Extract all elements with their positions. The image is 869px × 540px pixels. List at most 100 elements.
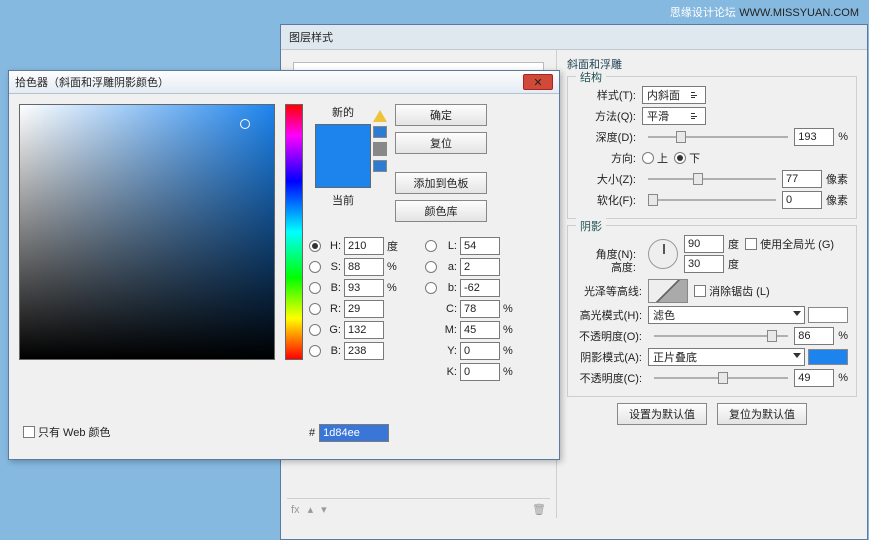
g-radio[interactable] [309,324,321,336]
highlight-opacity-unit: % [838,330,848,342]
shadow-opacity-slider[interactable] [654,371,788,385]
highlight-opacity-label: 不透明度(O): [576,328,642,344]
ok-button[interactable]: 确定 [395,104,487,126]
reset-default-button[interactable]: 复位为默认值 [717,403,807,425]
websafe-swatch[interactable] [373,160,387,172]
gamut-warning-icon[interactable] [373,110,387,122]
b-unit: % [387,282,405,294]
method-dropdown[interactable]: 平滑 [642,107,706,125]
highlight-opacity-input[interactable] [794,327,834,345]
layer-style-footer-icons: fx▴▾🗑 [287,498,550,516]
direction-up-label: 上 [657,150,668,166]
global-light-checkbox[interactable] [745,238,757,250]
depth-input[interactable] [794,128,834,146]
y-label: Y: [439,345,457,357]
highlight-mode-dropdown[interactable]: 滤色 [648,306,805,324]
hue-slider[interactable] [285,104,303,360]
c-unit: % [503,303,521,315]
shadow-mode-dropdown[interactable]: 正片叠底 [648,348,805,366]
color-field-cursor [240,119,250,129]
highlight-color-swatch[interactable] [808,307,848,323]
b-input[interactable] [344,279,384,297]
hex-input[interactable] [319,424,389,442]
highlight-opacity-slider[interactable] [654,329,788,343]
c-label: C: [439,303,457,315]
cube-icon[interactable] [373,142,387,156]
depth-slider[interactable] [648,130,788,144]
a-label: a: [439,261,457,273]
r-input[interactable] [344,300,384,318]
gloss-contour[interactable] [648,279,688,303]
antialias-label: 消除锯齿 (L) [709,283,770,299]
b-radio[interactable] [309,282,321,294]
m-input[interactable] [460,321,500,339]
soften-slider[interactable] [648,193,776,207]
r-radio[interactable] [309,303,321,315]
s-label: S: [323,261,341,273]
cancel-button[interactable]: 复位 [395,132,487,154]
k-input[interactable] [460,363,500,381]
color-values-grid: H:度 S:% B:% R: G: B: L: a: b: C:% M:% Y:… [309,234,549,384]
a-input[interactable] [460,258,500,276]
shadow-fieldset: 阴影 角度(N):度 使用全局光 (G)度 高度: 光泽等高线: 消除锯齿 (L… [567,225,857,397]
direction-down-radio[interactable] [674,152,686,164]
layer-style-title: 图层样式 [281,25,867,50]
style-dropdown[interactable]: 内斜面 [642,86,706,104]
h-unit: 度 [387,238,405,254]
color-libraries-button[interactable]: 颜色库 [395,200,487,222]
l-radio[interactable] [425,240,437,252]
a-radio[interactable] [425,261,437,273]
b2-label: b: [439,282,457,294]
soften-unit: 像素 [826,192,848,208]
angle-input[interactable] [684,235,724,253]
g-input[interactable] [344,321,384,339]
size-slider[interactable] [648,172,776,186]
make-default-button[interactable]: 设置为默认值 [617,403,707,425]
bl-input[interactable] [344,342,384,360]
size-unit: 像素 [826,171,848,187]
bl-radio[interactable] [309,345,321,357]
altitude-input[interactable] [684,255,724,273]
shadow-color-swatch[interactable] [808,349,848,365]
trash-icon[interactable]: 🗑 [532,503,546,516]
direction-up-radio[interactable] [642,152,654,164]
bevel-group-label: 斜面和浮雕 [567,56,857,72]
s-unit: % [387,261,405,273]
b2-radio[interactable] [425,282,437,294]
r-label: R: [323,303,341,315]
gamut-swatch[interactable] [373,126,387,138]
shadow-opacity-unit: % [838,372,848,384]
antialias-checkbox[interactable] [694,285,706,297]
h-radio[interactable] [309,240,321,252]
shadow-mode-label: 阴影模式(A): [576,349,642,365]
close-button[interactable]: ✕ [523,74,553,90]
structure-fieldset: 结构 样式(T):内斜面 方法(Q):平滑 深度(D):% 方向:上 下 大小(… [567,76,857,219]
soften-input[interactable] [782,191,822,209]
s-input[interactable] [344,258,384,276]
size-label: 大小(Z): [576,171,636,187]
watermark-ch: 思缘设计论坛 [670,7,736,19]
gloss-label: 光泽等高线: [576,283,642,299]
size-input[interactable] [782,170,822,188]
current-label: 当前 [313,192,373,208]
k-label: K: [439,366,457,378]
angle-dial[interactable] [648,239,678,269]
b2-input[interactable] [460,279,500,297]
direction-label: 方向: [576,150,636,166]
structure-legend: 结构 [576,69,606,85]
c-input[interactable] [460,300,500,318]
m-unit: % [503,324,521,336]
angle-unit: 度 [728,236,739,252]
s-radio[interactable] [309,261,321,273]
l-input[interactable] [460,237,500,255]
hex-hash: # [309,427,315,439]
altitude-label: 高度: [576,259,636,275]
color-field[interactable] [19,104,275,360]
web-colors-checkbox[interactable] [23,426,35,438]
h-input[interactable] [344,237,384,255]
add-swatch-button[interactable]: 添加到色板 [395,172,487,194]
y-input[interactable] [460,342,500,360]
fx-label: fx [291,504,300,516]
web-colors-label: 只有 Web 颜色 [38,424,111,440]
shadow-opacity-input[interactable] [794,369,834,387]
